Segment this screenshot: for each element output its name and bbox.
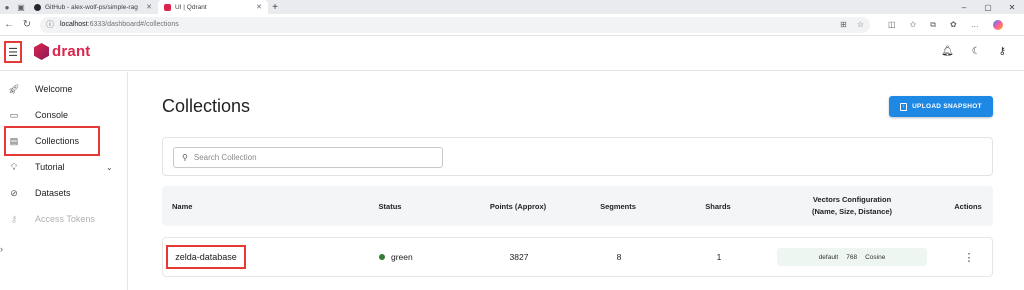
qdrant-logo-mark-icon: [34, 43, 49, 60]
sidebar-item-console[interactable]: ▭ Console: [0, 102, 128, 128]
column-header-shards[interactable]: Shards: [688, 186, 748, 226]
status-text: green: [391, 252, 413, 262]
sidebar-item-label: Welcome: [35, 84, 73, 94]
sidebar-item-label: Datasets: [35, 188, 71, 198]
sidebar-item-datasets[interactable]: ⊘ Datasets: [0, 180, 128, 206]
vector-config-chip: default 768 Cosine: [777, 248, 927, 266]
sidebar-item-label: Console: [35, 110, 69, 120]
column-header-segments[interactable]: Segments: [586, 186, 650, 226]
collections-highlight-box: [4, 126, 100, 156]
collection-name-link[interactable]: zelda-database: [166, 245, 246, 269]
moon-icon[interactable]: ☾: [972, 46, 981, 57]
favorite-star-icon[interactable]: ☆: [857, 20, 864, 29]
menu-icon: ☰: [8, 46, 18, 59]
header-actions: 🔔︎ ☾ ⚷: [941, 46, 1006, 57]
reload-icon[interactable]: ↻: [18, 19, 36, 30]
copilot-icon[interactable]: [992, 19, 1003, 30]
row-actions-button[interactable]: ⋮: [949, 238, 989, 276]
browser-toolbar-icons: ◫ ✩ ⧉ ✿ …: [888, 19, 1003, 30]
page-title: Collections: [162, 96, 251, 116]
sidebar: 🚀︎ Welcome ▭ Console ▤ Collections 💡︎ Tu…: [0, 72, 128, 290]
qdrant-favicon-icon: [164, 3, 171, 11]
favorites-icon[interactable]: ✩: [910, 20, 917, 29]
more-vertical-icon: ⋮: [963, 251, 975, 264]
url-field[interactable]: ⓘ localhost:6333/dashboard#/collections …: [40, 16, 870, 33]
app-header: ☰ drant 🔔︎ ☾ ⚷: [0, 37, 1024, 71]
sidebar-item-welcome[interactable]: 🚀︎ Welcome: [0, 76, 128, 102]
sidebar-item-label: Tutorial: [35, 162, 65, 172]
browser-tab-bar: ● ▣ GitHub - alex-wolf-ps/simple-rag ✕ U…: [0, 0, 1024, 14]
github-icon: [34, 3, 41, 11]
more-menu-icon[interactable]: …: [971, 20, 979, 29]
collections-browser-icon[interactable]: ⧉: [930, 20, 936, 30]
browser-tab-github[interactable]: GitHub - alex-wolf-ps/simple-rag ✕: [28, 0, 158, 14]
key-icon[interactable]: ⚷: [999, 46, 1006, 57]
window-controls: – ▢ ✕: [952, 3, 1024, 12]
url-host: localhost: [60, 21, 88, 28]
hamburger-menu-button[interactable]: ☰: [4, 41, 22, 63]
sidebar-item-tutorial[interactable]: 💡︎ Tutorial ⌄: [0, 154, 128, 180]
back-arrow-icon[interactable]: ←: [0, 19, 18, 30]
tab-title: GitHub - alex-wolf-ps/simple-rag: [45, 3, 138, 11]
table-header: Name Status Points (Approx) Segments Sha…: [162, 186, 993, 226]
search-input[interactable]: [193, 153, 424, 162]
maximize-button[interactable]: ▢: [976, 3, 1000, 12]
column-header-name[interactable]: Name: [172, 186, 192, 226]
status-dot-icon: [379, 254, 385, 260]
app-available-icon[interactable]: ⊞: [840, 20, 847, 29]
search-field[interactable]: ⚲: [173, 147, 443, 168]
points-value: 3827: [509, 252, 529, 262]
qdrant-logo[interactable]: drant: [34, 43, 91, 60]
sidebar-item-label: Access Tokens: [35, 214, 95, 224]
extensions-icon[interactable]: ✿: [950, 20, 957, 29]
browser-tab-qdrant[interactable]: UI | Qdrant ✕: [158, 0, 268, 14]
browser-address-bar: ← ↻ ⓘ localhost:6333/dashboard#/collecti…: [0, 14, 1024, 36]
profile-icon[interactable]: ●: [0, 0, 14, 14]
upload-snapshot-button[interactable]: ↑ UPLOAD SNAPSHOT: [889, 96, 993, 117]
search-card: ⚲: [162, 137, 993, 176]
vectors-header-line1: Vectors Configuration: [812, 195, 892, 204]
segments-value: 8: [616, 252, 622, 262]
close-icon[interactable]: ✕: [146, 3, 152, 11]
column-header-actions: Actions: [954, 201, 982, 211]
rocket-icon: 🚀︎: [8, 83, 20, 94]
terminal-icon: ▭: [9, 109, 19, 120]
vector-size: 768: [846, 253, 858, 261]
collection-name: zelda-database: [175, 252, 237, 262]
split-screen-icon[interactable]: ◫: [888, 20, 896, 29]
table-row[interactable]: zelda-database green 3827 8 1 default 76…: [162, 237, 993, 277]
site-info-icon[interactable]: ⓘ: [46, 19, 54, 30]
bell-icon[interactable]: 🔔︎: [941, 46, 954, 57]
close-window-button[interactable]: ✕: [1000, 3, 1024, 12]
column-header-status[interactable]: Status: [362, 186, 418, 226]
collection-status: green: [379, 238, 413, 276]
chevron-down-icon[interactable]: ⌄: [106, 163, 113, 172]
column-header-points[interactable]: Points (Approx): [478, 186, 558, 226]
url-path: :6333/dashboard#/collections: [87, 21, 179, 28]
chevron-right-icon[interactable]: ›: [0, 244, 3, 254]
column-header-vectors[interactable]: Vectors Configuration (Name, Size, Dista…: [782, 186, 922, 226]
sidebar-item-access-tokens: ⚷ Access Tokens: [0, 206, 128, 232]
lightbulb-icon: 💡︎: [10, 161, 18, 172]
vector-distance: Cosine: [865, 253, 886, 261]
vector-name: default: [818, 253, 839, 261]
shards-value: 1: [716, 252, 722, 262]
vectors-header-line2: (Name, Size, Distance): [811, 207, 893, 216]
dataset-icon: ⊘: [10, 187, 18, 198]
tab-title: UI | Qdrant: [175, 3, 207, 11]
url-text: localhost:6333/dashboard#/collections: [60, 21, 834, 28]
upload-file-icon: ↑: [900, 102, 908, 111]
search-icon: ⚲: [182, 153, 188, 162]
logo-text: drant: [52, 43, 91, 60]
tab-actions-icon[interactable]: ▣: [14, 0, 28, 14]
minimize-button[interactable]: –: [952, 3, 976, 12]
new-tab-button[interactable]: +: [268, 2, 282, 13]
key-icon: ⚷: [10, 213, 18, 224]
omnibox-actions: ⊞ ☆: [840, 20, 864, 29]
upload-snapshot-label: UPLOAD SNAPSHOT: [912, 103, 982, 110]
close-icon[interactable]: ✕: [256, 3, 262, 11]
